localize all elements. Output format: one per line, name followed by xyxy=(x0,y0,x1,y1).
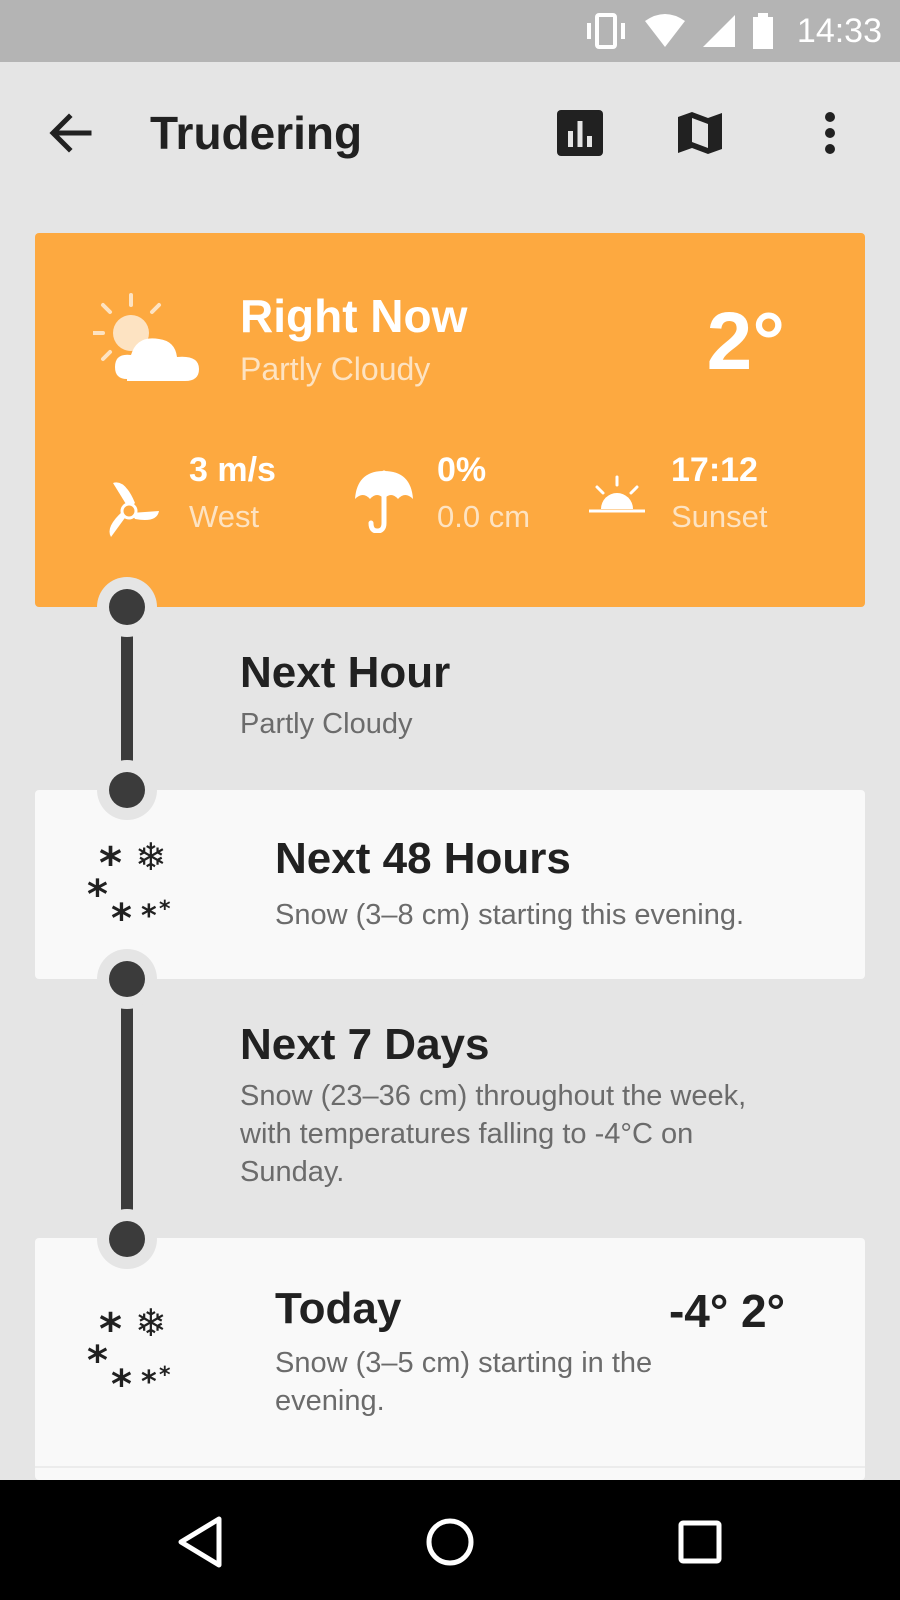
today-summary-line-1: Snow (3–5 cm) starting in the xyxy=(275,1347,653,1379)
next-7-summary-line-1: Snow (23–36 cm) throughout the week, xyxy=(240,1080,747,1112)
svg-text:*: * xyxy=(159,1363,171,1388)
more-vert-icon xyxy=(825,112,835,154)
nav-recents-icon xyxy=(678,1520,722,1564)
battery-icon xyxy=(752,13,773,49)
next-7-summary-line-2: with temperatures falling to -4°C on xyxy=(240,1118,694,1150)
wind-direction: West xyxy=(189,499,260,534)
today-temp-high: 2° xyxy=(741,1285,785,1337)
signal-icon xyxy=(702,15,735,47)
svg-text:*: * xyxy=(141,899,157,928)
precip-probability: 0% xyxy=(437,451,487,489)
svg-text:*: * xyxy=(141,1365,157,1394)
back-arrow-icon xyxy=(49,113,92,153)
timeline-line xyxy=(121,978,133,1238)
sunset-label: Sunset xyxy=(671,499,768,534)
status-bar: 14:33 xyxy=(0,0,900,62)
svg-text:❄: ❄ xyxy=(135,836,167,879)
next-48-summary: Snow (3–8 cm) starting this evening. xyxy=(275,899,745,931)
right-now-card[interactable]: Right Now Partly Cloudy 2° 3 m/s West 0%… xyxy=(35,233,865,607)
umbrella-icon xyxy=(355,470,413,533)
page-title: Trudering xyxy=(150,107,363,159)
bar-chart-icon xyxy=(557,110,603,156)
timeline-node xyxy=(97,577,157,637)
today-summary-line-2: evening. xyxy=(275,1385,385,1417)
svg-text:*: * xyxy=(87,872,108,918)
wind-speed: 3 m/s xyxy=(189,451,276,489)
next-48-hours-card[interactable]: * ❄ * * * * Next 48 Hours Snow (3–8 cm) … xyxy=(35,790,865,979)
timeline-node xyxy=(97,760,157,820)
chart-button[interactable] xyxy=(549,102,611,164)
sunset-time: 17:12 xyxy=(671,451,758,489)
map-button[interactable] xyxy=(669,102,731,164)
vibrate-icon xyxy=(586,13,625,49)
card-divider xyxy=(35,1466,865,1468)
next-hour-title: Next Hour xyxy=(240,648,451,697)
nav-home-icon xyxy=(426,1518,474,1566)
right-now-title: Right Now xyxy=(240,290,468,342)
timeline-node xyxy=(97,1209,157,1269)
status-icons: 14:33 xyxy=(583,8,882,54)
status-time: 14:33 xyxy=(796,11,882,50)
right-now-condition: Partly Cloudy xyxy=(240,351,431,387)
wind-icon xyxy=(109,482,159,537)
nav-recents-button[interactable] xyxy=(668,1510,732,1574)
today-card[interactable]: * ❄ * * * * Today -4° 2° Snow (3–5 cm) s… xyxy=(35,1238,865,1480)
back-button[interactable] xyxy=(40,102,102,164)
today-temp-low: -4° xyxy=(668,1285,729,1337)
snow-icon: * ❄ * * * * xyxy=(87,1302,171,1394)
snow-icon: * ❄ * * * * xyxy=(87,836,171,928)
system-nav-bar xyxy=(0,1480,900,1600)
next-48-title: Next 48 Hours xyxy=(275,834,571,883)
svg-text:*: * xyxy=(111,1362,132,1394)
today-temperature-range: -4° 2° xyxy=(669,1284,785,1338)
nav-back-icon xyxy=(178,1516,222,1568)
svg-text:*: * xyxy=(159,897,171,922)
timeline-node xyxy=(97,949,157,1009)
precip-amount: 0.0 cm xyxy=(437,499,531,534)
nav-back-button[interactable] xyxy=(168,1510,232,1574)
map-icon xyxy=(678,112,722,154)
today-title: Today xyxy=(275,1284,402,1333)
partly-cloudy-icon xyxy=(93,293,199,381)
svg-text:*: * xyxy=(111,896,132,928)
current-temperature: 2° xyxy=(706,296,785,387)
nav-home-button[interactable] xyxy=(418,1510,482,1574)
svg-text:*: * xyxy=(87,1338,108,1384)
sunset-icon xyxy=(589,475,645,513)
next-7-summary-line-3: Sunday. xyxy=(240,1156,345,1188)
next-hour-summary: Partly Cloudy xyxy=(240,708,413,740)
svg-text:❄: ❄ xyxy=(135,1302,167,1345)
app-bar: Trudering xyxy=(0,62,900,204)
next-7-title: Next 7 Days xyxy=(240,1020,490,1069)
wifi-icon xyxy=(644,14,685,47)
more-options-button[interactable] xyxy=(799,102,861,164)
